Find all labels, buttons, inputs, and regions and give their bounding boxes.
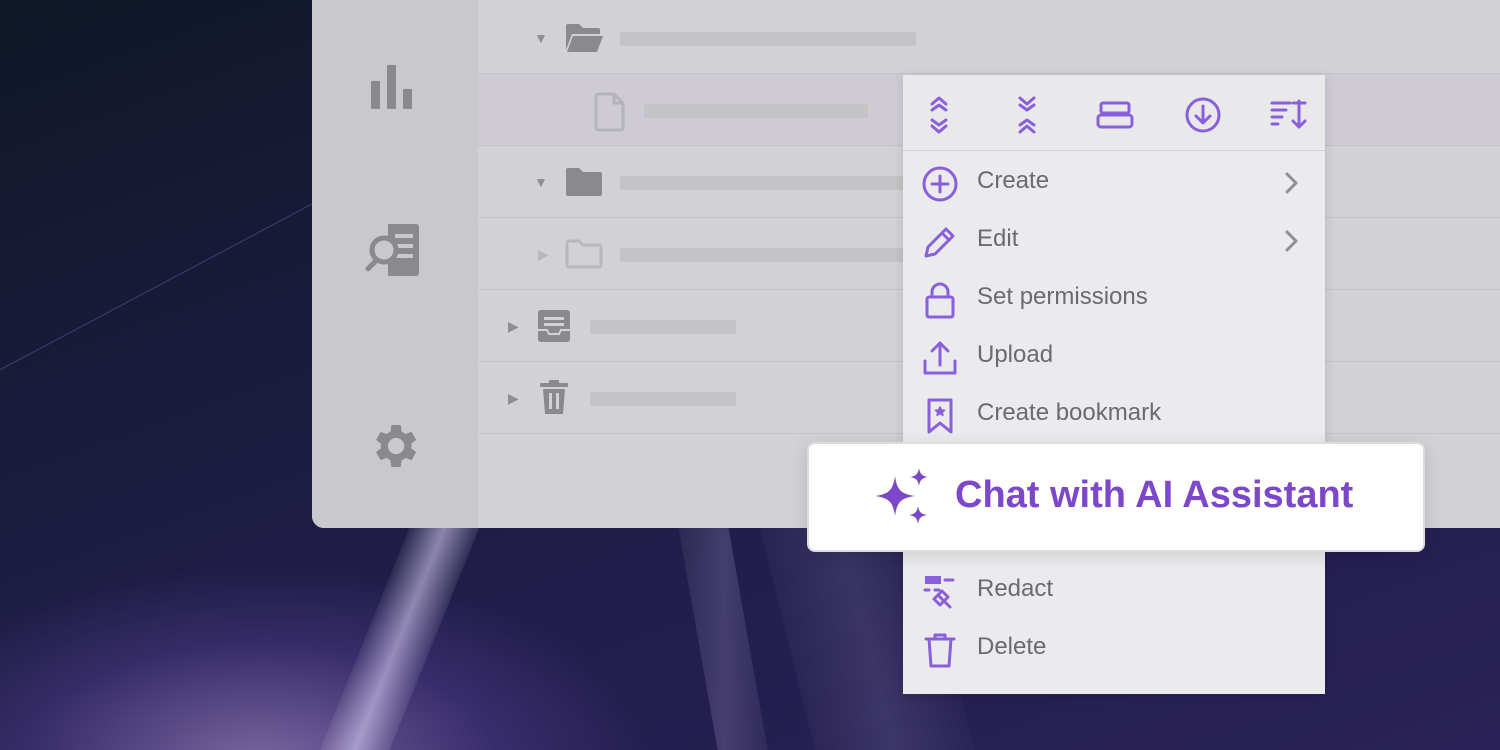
plus-circle-icon: [921, 165, 959, 203]
download-circle-icon[interactable]: [1183, 95, 1223, 135]
menu-item-label: Delete: [977, 633, 1047, 660]
file-icon: [590, 92, 630, 132]
menu-item-edit[interactable]: Edit: [903, 211, 1325, 269]
menu-item-label: Create bookmark: [977, 399, 1162, 426]
menu-item-redact[interactable]: Redact: [903, 561, 1325, 619]
context-menu: Create Edit Set permissions Upload Creat…: [903, 75, 1325, 694]
folder-icon: [564, 164, 604, 200]
gear-icon[interactable]: [362, 414, 426, 478]
trash-icon: [538, 380, 578, 416]
item-name-placeholder: [620, 248, 910, 262]
sparkles-icon: [871, 468, 933, 530]
item-name-placeholder: [590, 392, 736, 406]
expand-icon[interactable]: [919, 95, 959, 135]
caret-down-icon[interactable]: ▼: [534, 2, 548, 74]
menu-item-label: Redact: [977, 575, 1054, 602]
ai-card-label: Chat with AI Assistant: [955, 474, 1354, 516]
bar-chart-icon[interactable]: [362, 54, 426, 118]
menu-item-set-permissions[interactable]: Set permissions: [903, 269, 1325, 327]
folder-outline-icon: [564, 236, 604, 272]
menu-item-label: Edit: [977, 225, 1019, 252]
upload-icon: [921, 339, 959, 377]
item-name-placeholder: [590, 320, 736, 334]
item-name-placeholder: [644, 104, 868, 118]
caret-down-icon[interactable]: ▼: [534, 146, 548, 218]
menu-item-create-bookmark[interactable]: Create bookmark: [903, 385, 1325, 443]
collapse-icon[interactable]: [1007, 95, 1047, 135]
sort-icon[interactable]: [1269, 95, 1309, 135]
chevron-right-icon: [1281, 227, 1301, 260]
menu-item-upload[interactable]: Upload: [903, 327, 1325, 385]
side-rail: [312, 0, 478, 528]
caret-right-icon[interactable]: ▶: [508, 362, 519, 434]
menu-item-create[interactable]: Create: [903, 153, 1325, 211]
item-name-placeholder: [620, 32, 916, 46]
menu-item-delete[interactable]: Delete: [903, 619, 1325, 677]
menu-item-label: Create: [977, 167, 1050, 194]
chat-with-ai-assistant-button[interactable]: Chat with AI Assistant: [807, 442, 1425, 552]
caret-right-icon[interactable]: ▶: [508, 290, 519, 362]
document-search-icon[interactable]: [362, 218, 426, 282]
caret-right-icon[interactable]: ▶: [538, 218, 549, 290]
panel-icon[interactable]: [1095, 95, 1135, 135]
inbox-icon: [536, 308, 576, 344]
lock-icon: [921, 281, 959, 319]
tree-row[interactable]: ▼: [478, 2, 1500, 74]
chevron-right-icon: [1281, 169, 1301, 202]
trash-icon: [921, 631, 959, 669]
menu-item-label: Upload: [977, 341, 1054, 368]
item-name-placeholder: [620, 176, 910, 190]
bookmark-icon: [921, 397, 959, 435]
pencil-icon: [921, 223, 959, 261]
menu-toolbar: [903, 75, 1325, 151]
menu-item-label: Set permissions: [977, 283, 1148, 310]
folder-open-icon: [564, 20, 604, 56]
redact-icon: [921, 573, 959, 611]
